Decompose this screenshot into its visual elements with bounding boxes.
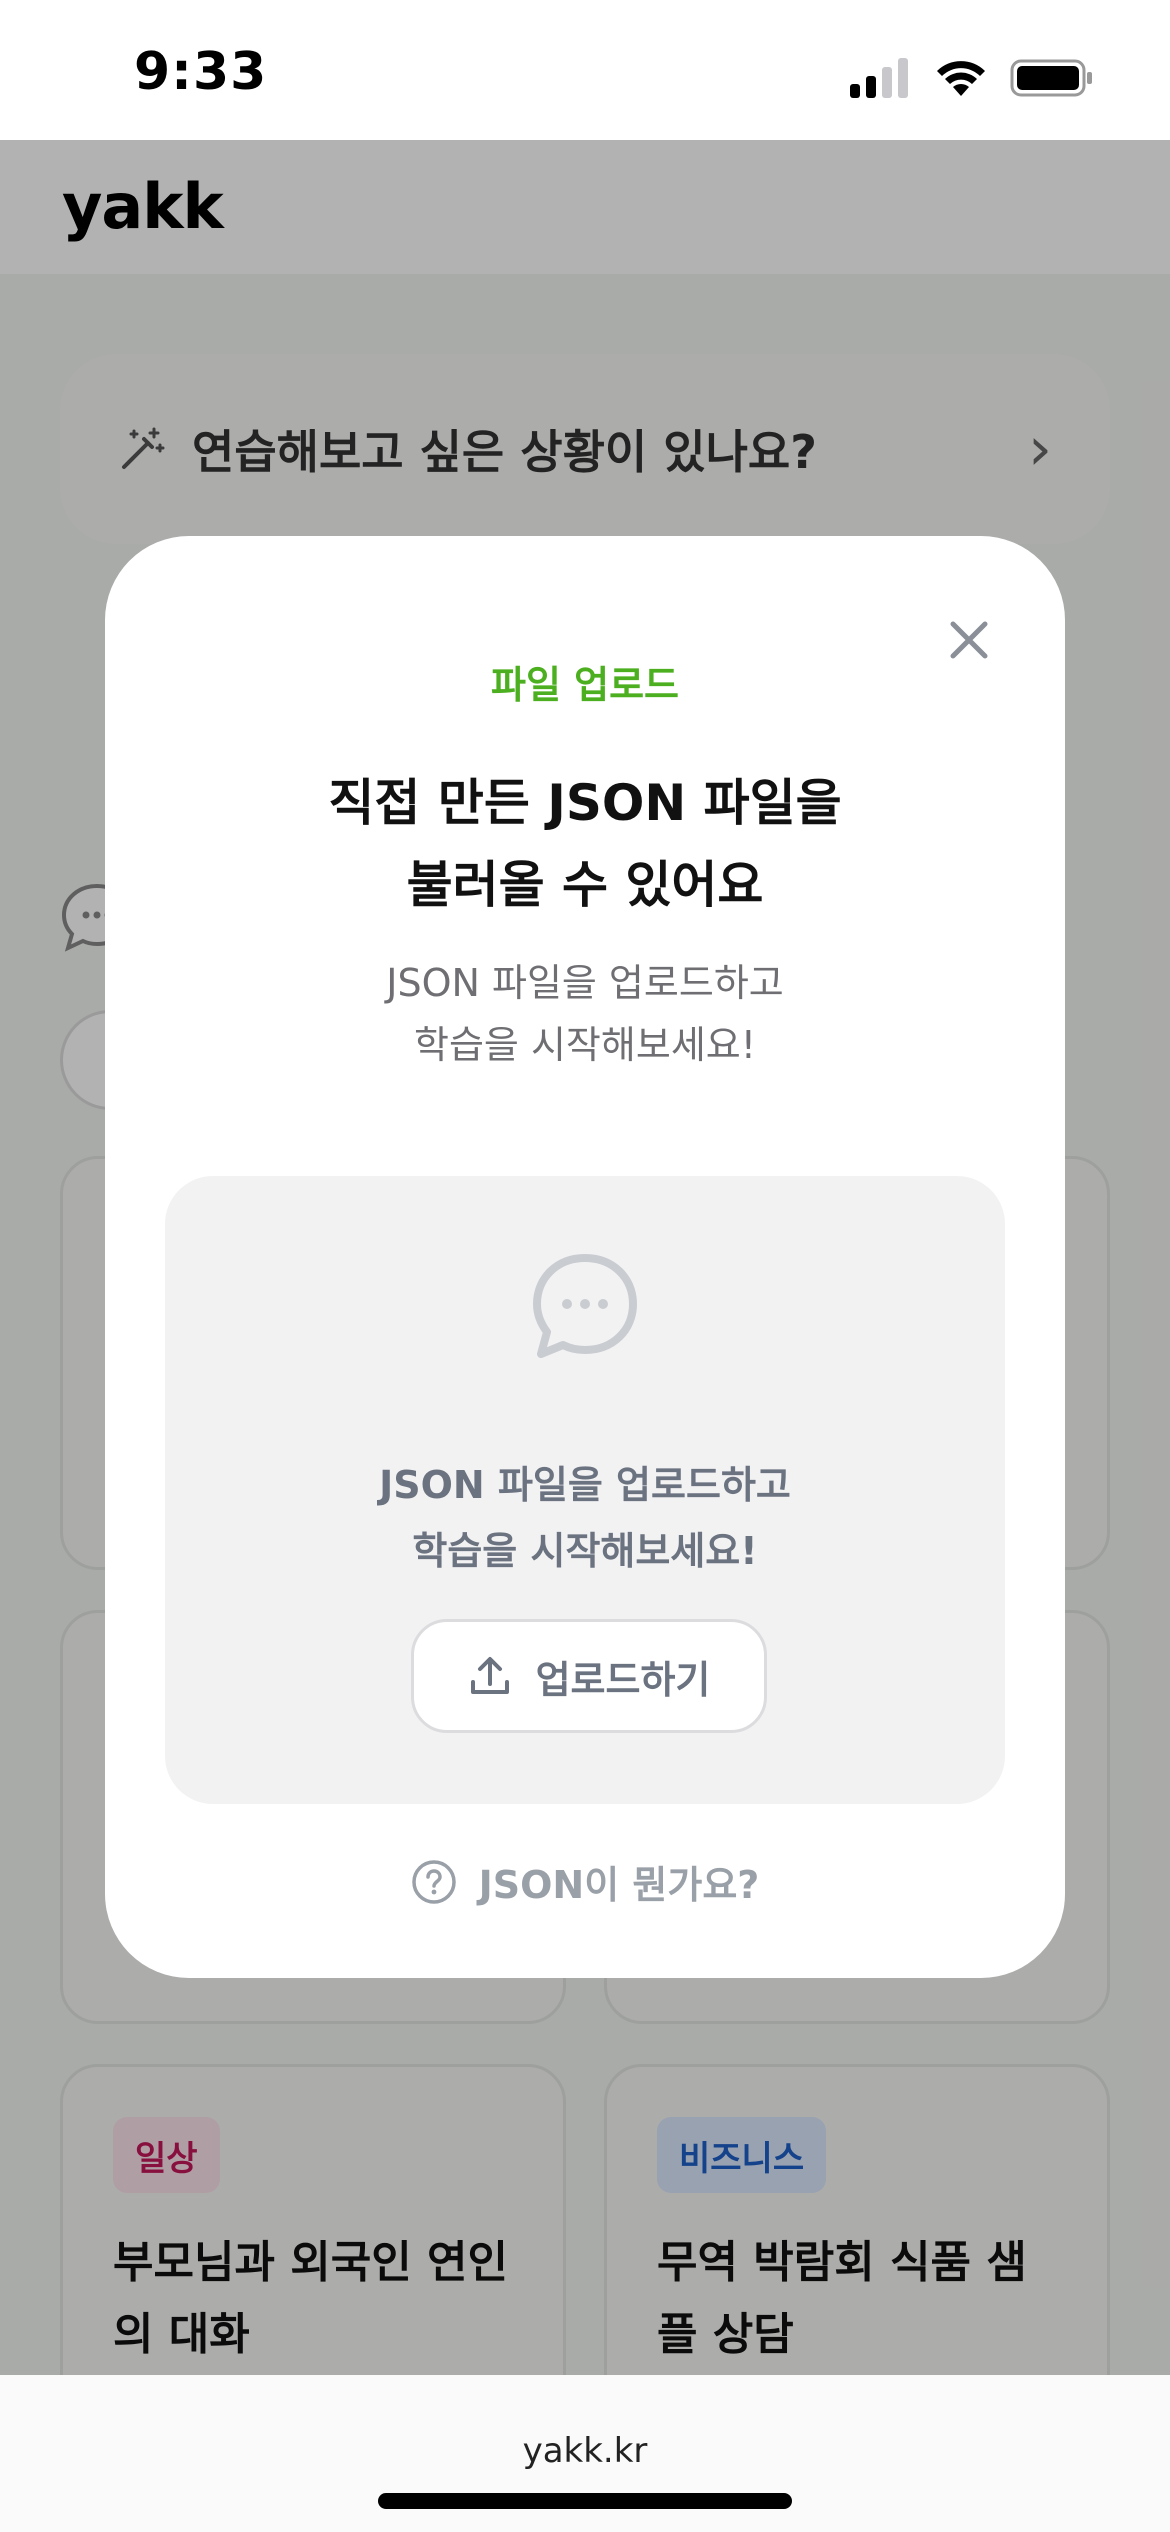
url-text: yakk.kr xyxy=(522,2431,648,2471)
home-indicator[interactable] xyxy=(378,2493,792,2509)
drop-zone-text-line: JSON 파일을 업로드하고 xyxy=(379,1463,791,1507)
status-time: 9:33 xyxy=(134,42,268,102)
help-circle-icon xyxy=(411,1859,456,1904)
status-bar: 9:33 xyxy=(0,0,1170,140)
json-help-label: JSON이 뭔가요? xyxy=(478,1863,760,1907)
modal-description-line: 학습을 시작해보세요! xyxy=(414,1023,756,1067)
chat-bubble-icon xyxy=(533,1254,637,1358)
upload-button[interactable]: 업로드하기 xyxy=(411,1619,767,1733)
modal-title-line: 직접 만든 JSON 파일을 xyxy=(328,774,842,832)
modal-description: JSON 파일을 업로드하고 학습을 시작해보세요! xyxy=(105,952,1065,1076)
browser-url-bar[interactable]: yakk.kr xyxy=(0,2375,1170,2532)
drop-zone-text-line: 학습을 시작해보세요! xyxy=(412,1529,758,1573)
json-help-link[interactable]: JSON이 뭔가요? xyxy=(105,1854,1065,1909)
upload-icon xyxy=(470,1657,509,1694)
drop-zone-text: JSON 파일을 업로드하고 학습을 시작해보세요! xyxy=(165,1452,1005,1584)
file-drop-zone[interactable]: JSON 파일을 업로드하고 학습을 시작해보세요! 업로드하기 xyxy=(165,1176,1005,1804)
modal-title: 직접 만든 JSON 파일을 불러올 수 있어요 xyxy=(105,762,1065,926)
upload-modal: 파일 업로드 직접 만든 JSON 파일을 불러올 수 있어요 JSON 파일을… xyxy=(105,536,1065,1978)
upload-button-label: 업로드하기 xyxy=(535,1657,711,1702)
modal-description-line: JSON 파일을 업로드하고 xyxy=(386,961,784,1005)
modal-title-line: 불러올 수 있어요 xyxy=(406,856,764,914)
modal-eyebrow: 파일 업로드 xyxy=(490,663,680,707)
wifi-icon xyxy=(937,61,985,96)
battery-icon xyxy=(1010,59,1092,97)
signal-icon xyxy=(850,58,908,98)
status-icons xyxy=(850,56,1094,100)
